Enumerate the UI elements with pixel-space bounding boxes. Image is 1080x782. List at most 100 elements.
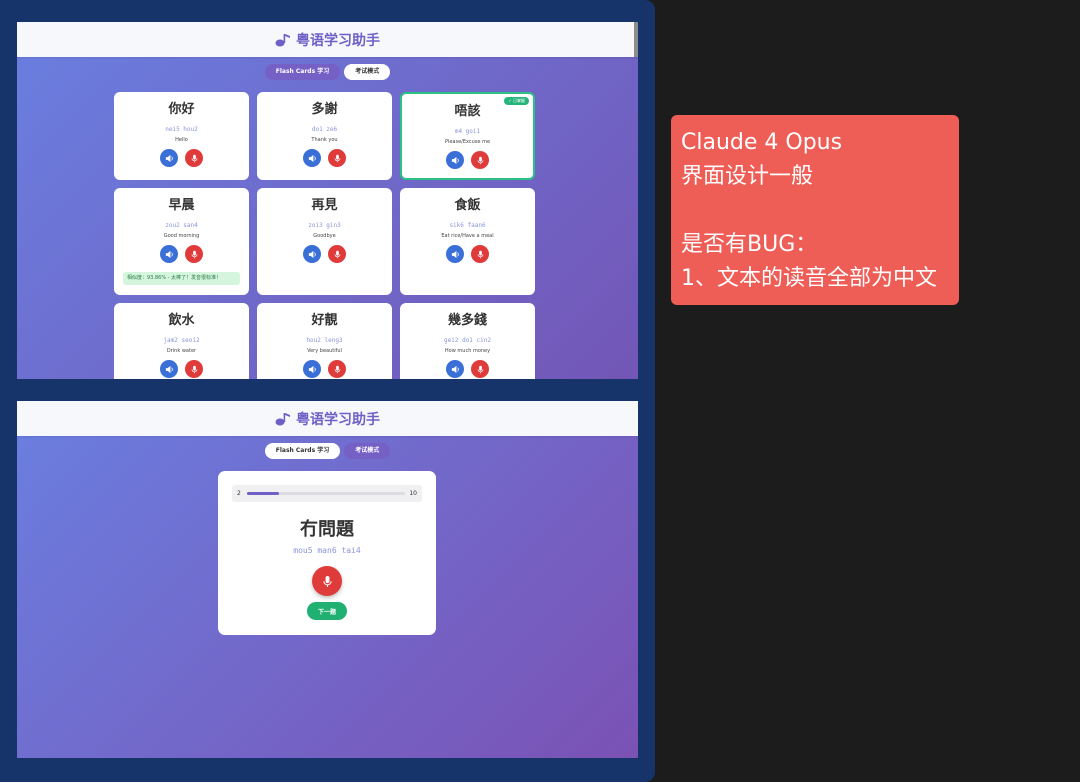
card-meaning: Good morning bbox=[163, 233, 200, 239]
app-title-text: 粤语学习助手 bbox=[296, 32, 380, 49]
card-jyutping: jam2 seoi2 bbox=[163, 337, 200, 344]
play-audio-button[interactable] bbox=[160, 245, 178, 263]
app-window-frame: 粤语学习助手 Flash Cards 学习 考试模式 你好 nei5 hou2 … bbox=[0, 0, 655, 782]
speaker-icon bbox=[308, 250, 316, 258]
quiz-jyutping: mou5 man6 tai4 bbox=[293, 546, 361, 555]
card-meaning: Goodbye bbox=[313, 233, 336, 239]
play-audio-button[interactable] bbox=[446, 245, 464, 263]
app-header: 粤语学习助手 bbox=[17, 22, 638, 57]
card-jyutping: nei5 hou2 bbox=[165, 126, 198, 133]
flashcard[interactable]: 幾多錢 gei2 do1 cin2 How much money bbox=[400, 303, 535, 379]
progress-track bbox=[247, 492, 405, 495]
quiz-word: 冇問題 bbox=[300, 519, 354, 540]
record-button[interactable] bbox=[471, 151, 489, 169]
card-hanzi: 幾多錢 bbox=[447, 313, 487, 328]
microphone-icon bbox=[334, 154, 340, 162]
microphone-icon bbox=[191, 250, 197, 258]
card-jyutping: gei2 do1 cin2 bbox=[444, 337, 491, 344]
similarity-score: 相似度：93.86% - 太棒了！发音很标准！ bbox=[123, 272, 240, 285]
progress-fill bbox=[247, 492, 279, 495]
play-audio-button[interactable] bbox=[303, 245, 321, 263]
flashcard[interactable]: 好靚 hou2 leng3 Very beautiful bbox=[257, 303, 392, 379]
app-header: 粤语学习助手 bbox=[17, 401, 638, 436]
flashcard[interactable]: 再見 zoi3 gin3 Goodbye bbox=[257, 188, 392, 295]
flashcard-mastered[interactable]: ✓ 已掌握 唔該 m4 goi1 Please/Excuse me bbox=[400, 92, 535, 180]
record-button[interactable] bbox=[328, 360, 346, 378]
card-meaning: Eat rice/Have a meal bbox=[441, 233, 494, 239]
play-audio-button[interactable] bbox=[303, 149, 321, 167]
tab-exam[interactable]: 考试模式 bbox=[344, 64, 391, 80]
microphone-icon bbox=[477, 365, 483, 373]
tab-exam[interactable]: 考试模式 bbox=[344, 443, 391, 459]
microphone-icon bbox=[191, 154, 197, 162]
play-audio-button[interactable] bbox=[160, 149, 178, 167]
play-audio-button[interactable] bbox=[160, 360, 178, 378]
card-jyutping: m4 goi1 bbox=[454, 128, 481, 135]
record-button[interactable] bbox=[185, 149, 203, 167]
flashcard[interactable]: 早晨 zou2 san4 Good morning 相似度：93.86% - 太… bbox=[114, 188, 249, 295]
microphone-icon bbox=[191, 365, 197, 373]
flashcard[interactable]: 食飯 sik6 faan6 Eat rice/Have a meal bbox=[400, 188, 535, 295]
microphone-icon bbox=[334, 250, 340, 258]
card-hanzi: 你好 bbox=[168, 102, 195, 117]
record-button[interactable] bbox=[328, 149, 346, 167]
music-note-icon bbox=[275, 412, 290, 425]
quiz-progress: 2 10 bbox=[232, 485, 422, 502]
card-meaning: Please/Excuse me bbox=[444, 139, 491, 145]
card-jyutping: zou2 san4 bbox=[165, 222, 198, 229]
progress-total: 10 bbox=[409, 490, 417, 497]
quiz-card: 2 10 冇問題 mou5 man6 tai4 下一题 bbox=[218, 471, 436, 635]
next-question-button[interactable]: 下一题 bbox=[307, 602, 347, 620]
record-button[interactable] bbox=[471, 360, 489, 378]
card-meaning: Drink water bbox=[166, 348, 197, 354]
card-hanzi: 早晨 bbox=[168, 198, 195, 213]
card-meaning: Hello bbox=[175, 137, 188, 143]
music-note-icon bbox=[275, 33, 290, 46]
tab-flashcards[interactable]: Flash Cards 学习 bbox=[264, 443, 341, 459]
note-bug-item: 1、文本的读音全部为中文 bbox=[681, 266, 937, 291]
exam-screen: 粤语学习助手 Flash Cards 学习 考试模式 2 10 冇問題 mou5… bbox=[17, 401, 638, 758]
play-audio-button[interactable] bbox=[303, 360, 321, 378]
tab-flashcards[interactable]: Flash Cards 学习 bbox=[264, 64, 341, 80]
app-title: 粤语学习助手 bbox=[275, 409, 380, 429]
card-jyutping: sik6 faan6 bbox=[449, 222, 486, 229]
play-audio-button[interactable] bbox=[446, 360, 464, 378]
speaker-icon bbox=[165, 250, 173, 258]
speaker-icon bbox=[451, 365, 459, 373]
card-hanzi: 飲水 bbox=[168, 313, 195, 328]
card-hanzi: 唔該 bbox=[454, 104, 481, 119]
play-audio-button[interactable] bbox=[446, 151, 464, 169]
speaker-icon bbox=[165, 365, 173, 373]
flashcard[interactable]: 飲水 jam2 seoi2 Drink water bbox=[114, 303, 249, 379]
mode-tabs: Flash Cards 学习 考试模式 bbox=[17, 443, 638, 459]
note-design-comment: 界面设计一般 bbox=[681, 164, 814, 189]
card-meaning: Thank you bbox=[311, 137, 338, 143]
flashcard-screen: 粤语学习助手 Flash Cards 学习 考试模式 你好 nei5 hou2 … bbox=[17, 22, 638, 379]
review-note: Claude 4 Opus 界面设计一般 是否有BUG： 1、文本的读音全部为中… bbox=[671, 115, 959, 305]
flashcard[interactable]: 你好 nei5 hou2 Hello bbox=[114, 92, 249, 180]
mode-tabs: Flash Cards 学习 考试模式 bbox=[17, 64, 638, 80]
card-jyutping: zoi3 gin3 bbox=[308, 222, 341, 229]
record-button[interactable] bbox=[471, 245, 489, 263]
note-bug-question: 是否有BUG： bbox=[681, 232, 818, 257]
card-jyutping: do1 ze6 bbox=[311, 126, 338, 133]
scrollbar[interactable] bbox=[634, 22, 638, 57]
microphone-icon bbox=[334, 365, 340, 373]
record-button[interactable] bbox=[185, 360, 203, 378]
speaker-icon bbox=[308, 154, 316, 162]
microphone-icon bbox=[477, 250, 483, 258]
card-hanzi: 多謝 bbox=[311, 102, 338, 117]
record-button[interactable] bbox=[312, 566, 342, 596]
speaker-icon bbox=[165, 154, 173, 162]
card-meaning: How much money bbox=[444, 348, 491, 354]
mastered-badge: ✓ 已掌握 bbox=[504, 97, 529, 105]
flashcard[interactable]: 多謝 do1 ze6 Thank you bbox=[257, 92, 392, 180]
card-hanzi: 再見 bbox=[311, 198, 338, 213]
app-title-text: 粤语学习助手 bbox=[296, 411, 380, 428]
record-button[interactable] bbox=[185, 245, 203, 263]
progress-current: 2 bbox=[237, 490, 241, 497]
microphone-icon bbox=[477, 156, 483, 164]
card-hanzi: 食飯 bbox=[454, 198, 481, 213]
record-button[interactable] bbox=[328, 245, 346, 263]
speaker-icon bbox=[451, 250, 459, 258]
